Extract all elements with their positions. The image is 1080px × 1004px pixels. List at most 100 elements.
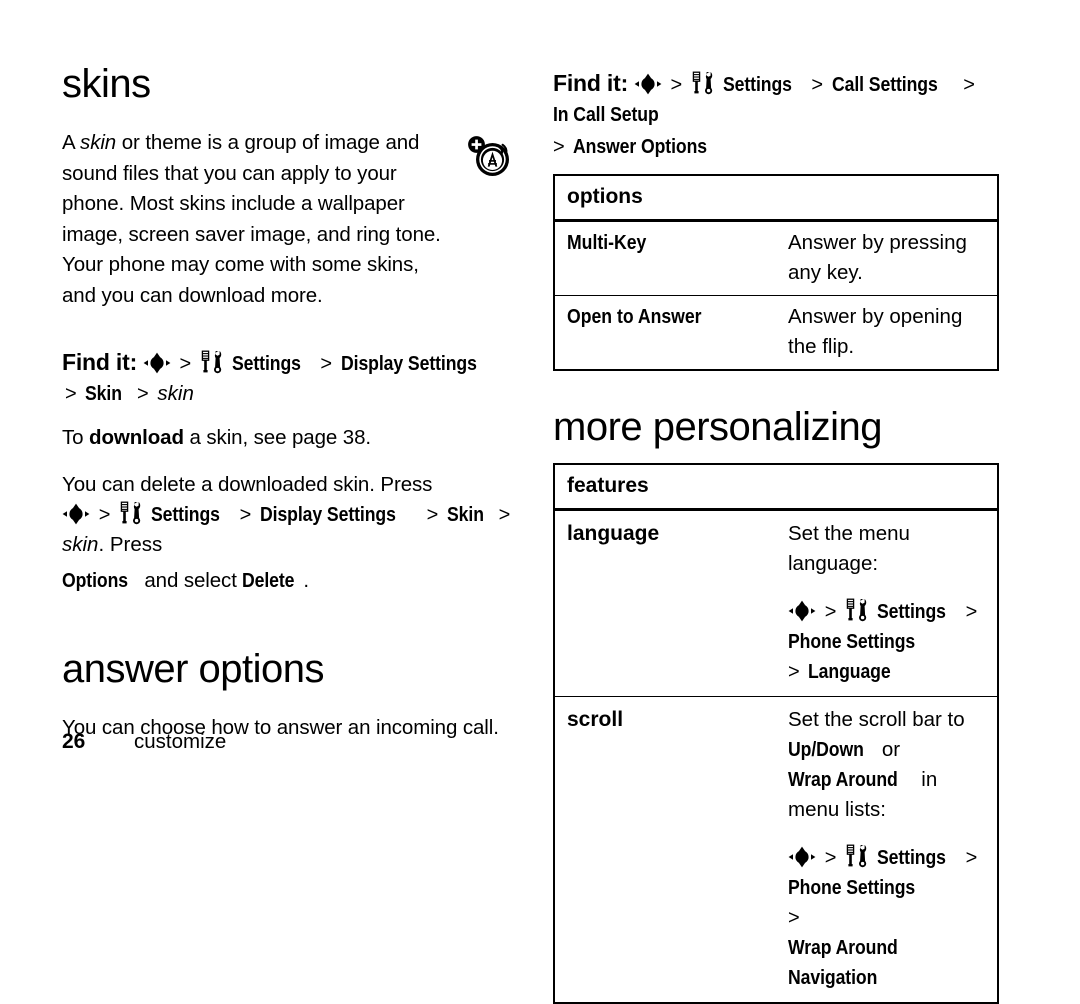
feature-language-description: Set the menu language: xyxy=(788,522,910,575)
feature-language-path: > Settings > Phone Settings xyxy=(788,597,991,657)
path-separator: > xyxy=(553,136,565,158)
feature-scroll-description: Set the scroll bar to Up/Down or Wrap Ar… xyxy=(788,705,991,825)
menu-step-wrap-around-navigation: Wrap Around Navigation xyxy=(788,936,898,989)
table-cell-value: Set the menu language: > Settings > Phon… xyxy=(776,509,998,697)
page-number: 26 xyxy=(62,730,86,753)
path-separator: > xyxy=(137,383,149,405)
left-column: skins A skin or theme is a group of imag… xyxy=(62,62,514,759)
path-separator: > xyxy=(320,353,333,375)
delete-note-line2: Options and select Delete. xyxy=(62,566,514,597)
navigation-key-icon xyxy=(788,600,816,622)
download-note: To download a skin, see page 38. xyxy=(62,423,514,454)
chapter-name: customize xyxy=(134,730,227,753)
feature-key-language: language xyxy=(567,522,660,545)
skins-intro-pre: A xyxy=(62,131,81,154)
menu-step-phone-settings: Phone Settings xyxy=(788,630,916,653)
settings-tools-icon xyxy=(200,350,226,374)
findit-answer-options-wrap: > Answer Options xyxy=(553,132,999,162)
navigation-key-icon xyxy=(62,503,90,525)
navigation-key-icon xyxy=(634,73,662,95)
menu-step-language: Language xyxy=(808,660,891,683)
page-footer: 26 customize xyxy=(62,728,226,756)
path-separator: > xyxy=(965,601,978,623)
table-cell-value: Set the scroll bar to Up/Down or Wrap Ar… xyxy=(776,696,998,1003)
findit-answer-options: Find it: > Settings > Call Settings > In… xyxy=(553,68,999,130)
menu-up-down: Up/Down xyxy=(788,738,864,761)
table-cell-value: Answer by pressing any key. xyxy=(776,220,998,296)
table-row: language Set the menu language: > Settin… xyxy=(554,509,998,697)
table-row: Multi-Key Answer by pressing any key. xyxy=(554,220,998,296)
delete-path: > Settings > Display Settings > Skin > s… xyxy=(62,500,514,560)
path-separator: > xyxy=(98,504,111,526)
table-cell-key: scroll xyxy=(554,696,776,1003)
path-separator: > xyxy=(670,74,683,96)
download-note-pre: To xyxy=(62,426,90,449)
options-table: options Multi-Key Answer by pressing any… xyxy=(553,174,999,371)
menu-step-display-settings: Display Settings xyxy=(259,503,396,526)
options-table-header: options xyxy=(554,175,998,222)
menu-step-in-call-setup: In Call Setup xyxy=(553,103,659,126)
findit-skins: Find it: > Settings > Display Settings >… xyxy=(62,347,514,409)
menu-step-skin-value: skin xyxy=(157,382,194,405)
menu-options: Options xyxy=(62,569,129,592)
page-title-skins: skins xyxy=(62,62,151,106)
features-table: features language Set the menu language: xyxy=(553,463,999,1004)
delete-note-line1: You can delete a downloaded skin. Press xyxy=(62,472,433,496)
table-cell-key: Multi-Key xyxy=(554,220,776,296)
table-row: scroll Set the scroll bar to Up/Down or … xyxy=(554,696,998,1003)
right-column: Find it: > Settings > Call Settings > In… xyxy=(553,68,999,1004)
settings-tools-icon xyxy=(691,71,717,95)
path-separator: > xyxy=(824,601,837,623)
scroll-desc-pre: Set the scroll bar to xyxy=(788,708,965,731)
menu-step-answer-options: Answer Options xyxy=(573,135,708,158)
features-table-header: features xyxy=(554,464,998,511)
skins-intro-paragraph: A skin or theme is a group of image and … xyxy=(62,128,456,311)
download-word: download xyxy=(89,426,184,449)
skins-intro-post: or theme is a group of image and sound f… xyxy=(62,131,441,307)
menu-step-skin: Skin xyxy=(85,382,123,405)
menu-step-settings: Settings xyxy=(231,352,301,375)
path-separator: > xyxy=(426,504,439,526)
path-separator: > xyxy=(65,383,77,405)
menu-delete: Delete xyxy=(242,569,295,592)
table-cell-value: Answer by opening the flip. xyxy=(776,295,998,370)
settings-tools-icon xyxy=(119,501,145,525)
path-separator: > xyxy=(965,847,978,869)
menu-step-call-settings: Call Settings xyxy=(831,73,938,96)
radio-tower-plus-icon xyxy=(466,134,512,180)
menu-wrap-around: Wrap Around xyxy=(788,768,898,791)
menu-step-skin: Skin xyxy=(446,503,484,526)
findit-label: Find it: xyxy=(553,70,629,96)
path-separator: > xyxy=(963,74,975,96)
path-separator: > xyxy=(179,353,192,375)
navigation-key-icon xyxy=(143,352,171,374)
path-separator: > xyxy=(811,74,824,96)
path-separator: > xyxy=(788,661,800,683)
scroll-desc-mid: or xyxy=(876,738,901,761)
delete-period: . xyxy=(303,569,309,592)
feature-scroll-path-wrap: > Wrap Around Navigation xyxy=(788,903,991,993)
download-note-post: a skin, see page 38. xyxy=(183,426,372,449)
manual-page: skins A skin or theme is a group of imag… xyxy=(0,0,1080,1004)
settings-tools-icon xyxy=(845,598,871,622)
table-cell-key: language xyxy=(554,509,776,697)
menu-step-skin-value: skin xyxy=(62,533,99,556)
path-separator: > xyxy=(239,504,252,526)
navigation-key-icon xyxy=(788,846,816,868)
settings-tools-icon xyxy=(845,844,871,868)
menu-step-settings: Settings xyxy=(722,73,792,96)
menu-step-display-settings: Display Settings xyxy=(340,352,477,375)
path-separator: > xyxy=(824,847,837,869)
delete-and-select: and select xyxy=(138,569,243,592)
option-key-open-to-answer: Open to Answer xyxy=(567,305,702,328)
menu-step-phone-settings: Phone Settings xyxy=(788,876,916,899)
feature-language-path-wrap: > Language xyxy=(788,657,991,687)
table-header-row: options xyxy=(554,175,998,222)
feature-key-scroll: scroll xyxy=(567,708,624,731)
page-title-more-personalizing: more personalizing xyxy=(553,405,882,449)
delete-note-mid: . Press xyxy=(98,533,163,556)
table-row: Open to Answer Answer by opening the fli… xyxy=(554,295,998,370)
menu-step-settings: Settings xyxy=(876,846,946,869)
option-key-multi-key: Multi-Key xyxy=(567,231,647,254)
path-separator: > xyxy=(498,504,511,526)
